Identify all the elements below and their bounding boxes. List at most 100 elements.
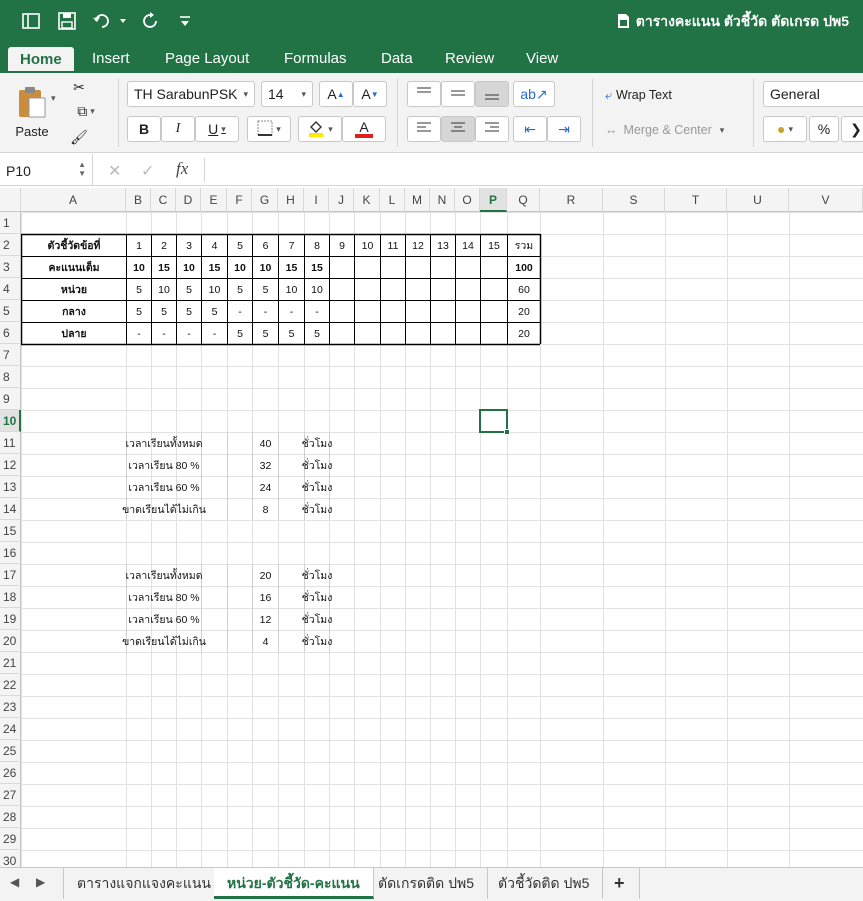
row-header[interactable]: 23 xyxy=(0,696,21,718)
tab-view[interactable]: View xyxy=(526,49,558,73)
column-header[interactable]: O xyxy=(455,188,480,212)
table-header-cell[interactable]: 3 xyxy=(177,235,201,256)
table-cell[interactable]: 15 xyxy=(279,257,304,278)
table-cell[interactable] xyxy=(456,257,480,278)
row-header[interactable]: 14 xyxy=(0,498,21,520)
paste-button[interactable]: Paste xyxy=(6,79,58,145)
table-cell[interactable] xyxy=(456,301,480,322)
row-header[interactable]: 6 xyxy=(0,322,21,344)
paste-dropdown-icon[interactable]: ▾ xyxy=(51,93,56,104)
font-color-button[interactable]: A xyxy=(342,116,386,142)
table-cell[interactable]: 10 xyxy=(177,257,201,278)
table-cell[interactable] xyxy=(330,301,354,322)
row-header[interactable]: 21 xyxy=(0,652,21,674)
merge-center-button[interactable]: ↔ Merge & Center ▾ xyxy=(604,118,754,142)
column-header[interactable]: B xyxy=(126,188,151,212)
column-header[interactable]: K xyxy=(354,188,380,212)
tab-page-layout[interactable]: Page Layout xyxy=(165,49,249,73)
hours-label[interactable]: เวลาเรียน 60 % xyxy=(127,477,201,498)
table-cell[interactable]: 20 xyxy=(508,323,540,344)
table-cell[interactable]: คะแนนเต็ม xyxy=(22,257,126,278)
hours-unit[interactable]: ชั่วโมง xyxy=(302,455,333,476)
undo-icon[interactable] xyxy=(92,11,128,31)
column-header[interactable]: J xyxy=(329,188,354,212)
tab-home[interactable]: Home xyxy=(8,47,74,71)
table-cell[interactable]: 15 xyxy=(202,257,227,278)
cancel-icon[interactable]: ✕ xyxy=(108,161,121,181)
table-cell[interactable]: 5 xyxy=(127,301,151,322)
table-header-cell[interactable]: 14 xyxy=(456,235,480,256)
row-header[interactable]: 7 xyxy=(0,344,21,366)
grow-font-button[interactable]: A ▲ xyxy=(319,81,353,107)
table-header-cell[interactable]: 7 xyxy=(279,235,304,256)
row-header[interactable]: 18 xyxy=(0,586,21,608)
table-cell[interactable]: 10 xyxy=(305,279,329,300)
hours-unit[interactable]: ชั่วโมง xyxy=(302,609,333,630)
font-size-select[interactable]: 14 ▾ xyxy=(261,81,313,107)
table-cell[interactable]: ปลาย xyxy=(22,323,126,344)
bold-button[interactable]: B xyxy=(127,116,161,142)
table-cell[interactable]: 5 xyxy=(177,279,201,300)
row-header[interactable]: 15 xyxy=(0,520,21,542)
table-cell[interactable]: - xyxy=(228,301,252,322)
hours-unit[interactable]: ชั่วโมง xyxy=(302,433,333,454)
table-cell[interactable] xyxy=(355,301,380,322)
customize-toolbar-icon[interactable] xyxy=(174,11,196,31)
table-cell[interactable] xyxy=(330,323,354,344)
prev-sheet-icon[interactable]: ◀ xyxy=(10,875,19,889)
table-header-cell[interactable]: 9 xyxy=(330,235,354,256)
table-cell[interactable]: 60 xyxy=(508,279,540,300)
fill-color-button[interactable]: ▾ xyxy=(298,116,342,142)
row-header[interactable]: 27 xyxy=(0,784,21,806)
decrease-indent-button[interactable]: ⇤ xyxy=(513,116,547,142)
align-center-button[interactable] xyxy=(441,116,475,142)
number-format-select[interactable]: General xyxy=(763,81,863,107)
hours-label[interactable]: เวลาเรียน 80 % xyxy=(127,455,201,476)
hours-label[interactable]: ขาดเรียนได้ไม่เกิน xyxy=(122,499,206,520)
enter-icon[interactable]: ✓ xyxy=(141,161,154,181)
row-header[interactable]: 5 xyxy=(0,300,21,322)
table-cell[interactable] xyxy=(355,279,380,300)
column-header[interactable]: A xyxy=(21,188,126,212)
row-header[interactable]: 13 xyxy=(0,476,21,498)
table-cell[interactable]: - xyxy=(177,323,201,344)
table-cell[interactable]: 5 xyxy=(127,279,151,300)
table-cell[interactable] xyxy=(456,279,480,300)
wrap-text-button[interactable]: ⤶ Wrap Text xyxy=(604,83,714,107)
save-icon[interactable] xyxy=(56,11,78,31)
worksheet-grid[interactable]: ABCDEFGHIJKLMNOPQRSTUV 1 2 3 4 5 6 7 8 9 10 11 12 13… xyxy=(0,188,863,867)
align-bottom-button[interactable] xyxy=(475,81,509,107)
table-cell[interactable]: 10 xyxy=(279,279,304,300)
row-header[interactable]: 29 xyxy=(0,828,21,850)
hours-value[interactable]: 20 xyxy=(253,565,278,586)
row-header[interactable]: 19 xyxy=(0,608,21,630)
table-cell[interactable] xyxy=(355,323,380,344)
table-cell[interactable]: 10 xyxy=(228,257,252,278)
table-cell[interactable]: 10 xyxy=(202,279,227,300)
select-all-corner[interactable] xyxy=(0,188,21,212)
hours-unit[interactable]: ชั่วโมง xyxy=(302,565,333,586)
hours-label[interactable]: เวลาเรียนทั้งหมด xyxy=(125,433,202,454)
hours-label[interactable]: เวลาเรียนทั้งหมด xyxy=(125,565,202,586)
table-cell[interactable]: - xyxy=(305,301,329,322)
table-cell[interactable]: 5 xyxy=(152,301,176,322)
table-cell[interactable]: - xyxy=(253,301,278,322)
column-header[interactable]: I xyxy=(304,188,329,212)
italic-button[interactable]: I xyxy=(161,116,195,142)
table-cell[interactable]: 5 xyxy=(228,279,252,300)
table-cell[interactable]: - xyxy=(152,323,176,344)
hours-label[interactable]: เวลาเรียน 60 % xyxy=(127,609,201,630)
row-header[interactable]: 25 xyxy=(0,740,21,762)
table-cell[interactable] xyxy=(431,323,455,344)
column-header[interactable]: S xyxy=(603,188,665,212)
row-header[interactable]: 4 xyxy=(0,278,21,300)
table-cell[interactable]: 15 xyxy=(152,257,176,278)
table-cell[interactable]: 5 xyxy=(177,301,201,322)
table-cell[interactable]: 5 xyxy=(305,323,329,344)
format-painter-icon[interactable]: 🖌 xyxy=(68,127,90,147)
table-cell[interactable]: 10 xyxy=(152,279,176,300)
table-cell[interactable]: หน่วย xyxy=(22,279,126,300)
row-header[interactable]: 17 xyxy=(0,564,21,586)
increase-indent-button[interactable]: ⇥ xyxy=(547,116,581,142)
table-header-cell[interactable]: 8 xyxy=(305,235,329,256)
